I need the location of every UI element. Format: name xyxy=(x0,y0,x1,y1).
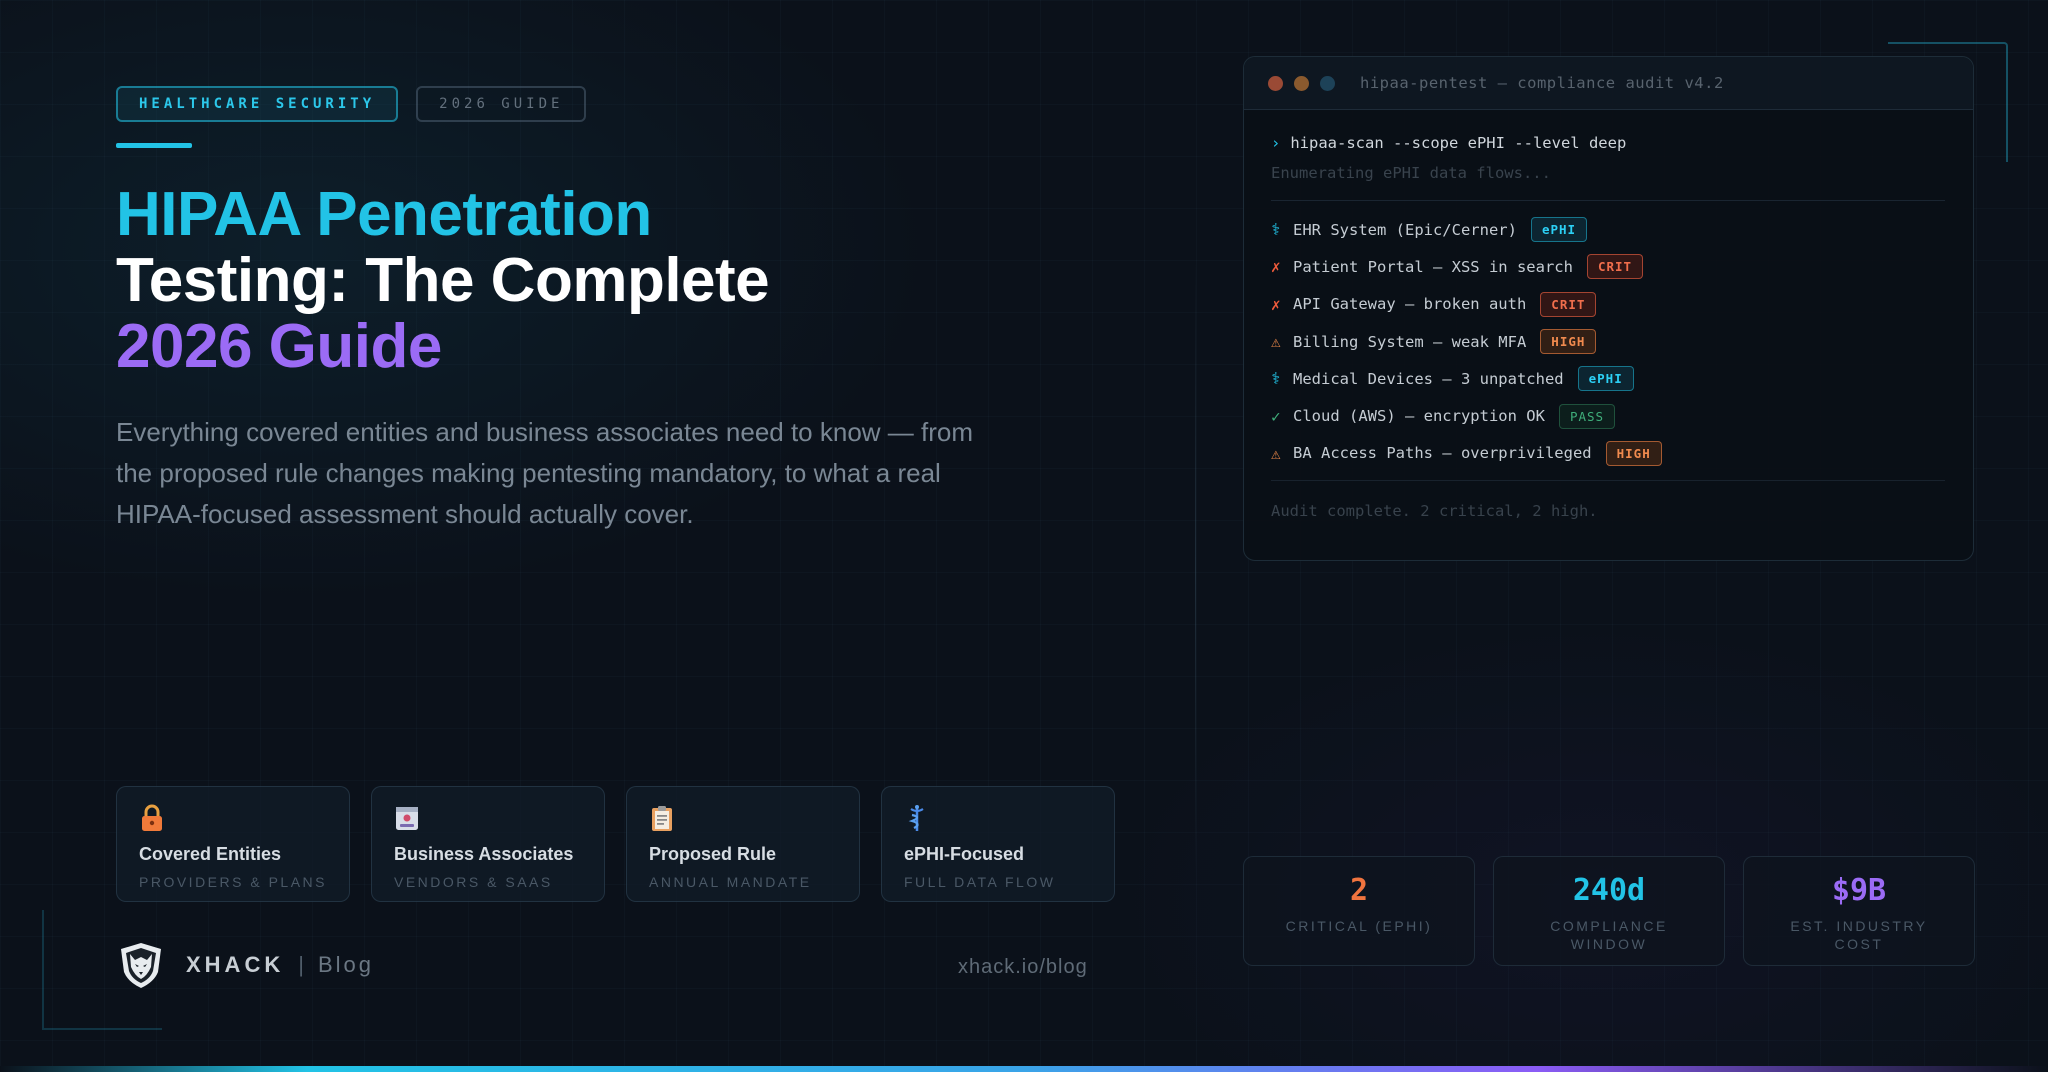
severity-badge: HIGH xyxy=(1605,440,1662,466)
lock-icon xyxy=(139,804,327,836)
stat-value: 240d xyxy=(1572,873,1646,908)
card-subtitle: ANNUAL MANDATE xyxy=(649,874,812,890)
finding-row: ⚠ Billing System — weak MFA HIGH xyxy=(1271,323,1945,360)
terminal-status: Enumerating ePHI data flows... xyxy=(1271,164,1551,182)
card-subtitle: PROVIDERS & PLANS xyxy=(139,874,327,890)
finding-text: Patient Portal — XSS in search xyxy=(1293,257,1573,276)
tag-healthcare-security: HEALTHCARE SECURITY xyxy=(116,86,399,122)
audience-cards: Covered Entities PROVIDERS & PLANS Busin… xyxy=(116,786,1115,902)
title-line-2: Testing: The Complete xyxy=(116,246,770,315)
severity-badge: HIGH xyxy=(1540,329,1597,355)
finding-text: Medical Devices — 3 unpatched xyxy=(1293,369,1564,388)
warning-icon: ⚠ xyxy=(1271,443,1281,463)
page-title: HIPAA Penetration Testing: The Complete … xyxy=(116,180,770,381)
card-ephi-focused: ePHI-Focused FULL DATA FLOW xyxy=(881,786,1115,902)
caduceus-icon: ⚕ xyxy=(1271,220,1281,240)
close-window-dot[interactable] xyxy=(1268,75,1283,91)
finding-row: ⚕ Medical Devices — 3 unpatched ePHI xyxy=(1271,360,1945,397)
id-badge-icon xyxy=(394,804,582,836)
finding-text: Billing System — weak MFA xyxy=(1293,332,1527,351)
terminal-footer: Audit complete. 2 critical, 2 high. xyxy=(1271,480,1945,531)
terminal-titlebar: hipaa-pentest — compliance audit v4.2 xyxy=(1244,57,1973,110)
caduceus-icon xyxy=(904,804,1092,836)
minimize-window-dot[interactable] xyxy=(1294,75,1309,91)
stats-row: 2 CRITICAL (EPHI) 240d COMPLIANCE WINDOW… xyxy=(1243,856,1975,966)
finding-row: ⚕ EHR System (Epic/Cerner) ePHI xyxy=(1271,211,1945,248)
finding-text: Cloud (AWS) — encryption OK xyxy=(1293,407,1545,426)
severity-badge: ePHI xyxy=(1577,366,1634,392)
terminal-title: hipaa-pentest — compliance audit v4.2 xyxy=(1360,74,1724,92)
cross-icon: ✗ xyxy=(1271,257,1281,277)
severity-badge: CRIT xyxy=(1540,291,1597,317)
finding-row: ✗ Patient Portal — XSS in search CRIT xyxy=(1271,248,1945,285)
caduceus-icon: ⚕ xyxy=(1271,369,1281,389)
brand-name: XHACK xyxy=(186,952,285,977)
terminal-divider xyxy=(1271,200,1945,201)
site-url-link[interactable]: xhack.io/blog xyxy=(958,956,1088,979)
bottom-gradient-bar xyxy=(0,1066,2048,1072)
card-covered-entities: Covered Entities PROVIDERS & PLANS xyxy=(116,786,350,902)
terminal-command-line: › hipaa-scan --scope ePHI --level deep xyxy=(1271,128,1945,158)
finding-row: ✓ Cloud (AWS) — encryption OK PASS xyxy=(1271,397,1945,434)
card-business-associates: Business Associates VENDORS & SAAS xyxy=(371,786,605,902)
maximize-window-dot[interactable] xyxy=(1320,75,1335,91)
card-title: ePHI-Focused xyxy=(904,844,1025,864)
terminal-window: hipaa-pentest — compliance audit v4.2 › h… xyxy=(1243,56,1974,561)
severity-badge: PASS xyxy=(1558,403,1616,429)
terminal-body: › hipaa-scan --scope ePHI --level deep En… xyxy=(1244,110,1973,531)
clipboard-icon xyxy=(649,804,837,836)
accent-line xyxy=(116,143,192,148)
vertical-divider xyxy=(1195,260,1196,880)
check-icon: ✓ xyxy=(1271,406,1281,426)
stat-value: $9B xyxy=(1831,873,1887,908)
brand-section: Blog xyxy=(317,952,374,977)
finding-text: BA Access Paths — overprivileged xyxy=(1293,444,1592,463)
warning-icon: ⚠ xyxy=(1271,332,1281,352)
brand-separator: | xyxy=(298,952,304,977)
stat-label: EST. INDUSTRY COST xyxy=(1790,918,1928,952)
card-title: Proposed Rule xyxy=(649,844,777,864)
severity-badge: CRIT xyxy=(1586,254,1644,280)
stat-label: CRITICAL (EPHI) xyxy=(1285,918,1433,934)
title-line-3: 2026 Guide xyxy=(116,312,442,381)
cross-icon: ✗ xyxy=(1271,294,1281,314)
finding-text: EHR System (Epic/Cerner) xyxy=(1293,220,1517,239)
brand[interactable]: XHACK | Blog xyxy=(116,940,374,990)
wolf-shield-logo-icon xyxy=(116,940,166,990)
finding-text: API Gateway — broken auth xyxy=(1293,295,1527,314)
stat-compliance-window: 240d COMPLIANCE WINDOW xyxy=(1493,856,1725,966)
stat-industry-cost: $9B EST. INDUSTRY COST xyxy=(1743,856,1975,966)
card-proposed-rule: Proposed Rule ANNUAL MANDATE xyxy=(626,786,860,902)
title-line-1: HIPAA Penetration xyxy=(116,180,652,249)
prompt-chevron-icon: › xyxy=(1271,134,1281,152)
card-title: Business Associates xyxy=(394,844,574,864)
severity-badge: ePHI xyxy=(1530,217,1588,243)
card-title: Covered Entities xyxy=(139,844,282,864)
card-subtitle: VENDORS & SAAS xyxy=(394,874,553,890)
subtitle: Everything covered entities and business… xyxy=(116,417,974,529)
card-subtitle: FULL DATA FLOW xyxy=(904,874,1056,890)
tag-2026-guide: 2026 GUIDE xyxy=(416,86,587,122)
finding-row: ⚠ BA Access Paths — overprivileged HIGH xyxy=(1271,435,1945,472)
stat-critical: 2 CRITICAL (EPHI) xyxy=(1243,856,1475,966)
finding-row: ✗ API Gateway — broken auth CRIT xyxy=(1271,286,1945,323)
stat-value: 2 xyxy=(1349,873,1369,908)
tag-row: HEALTHCARE SECURITY 2026 GUIDE xyxy=(116,86,587,122)
terminal-command: hipaa-scan --scope ePHI --level deep xyxy=(1290,134,1627,152)
stat-label: COMPLIANCE WINDOW xyxy=(1550,918,1668,952)
